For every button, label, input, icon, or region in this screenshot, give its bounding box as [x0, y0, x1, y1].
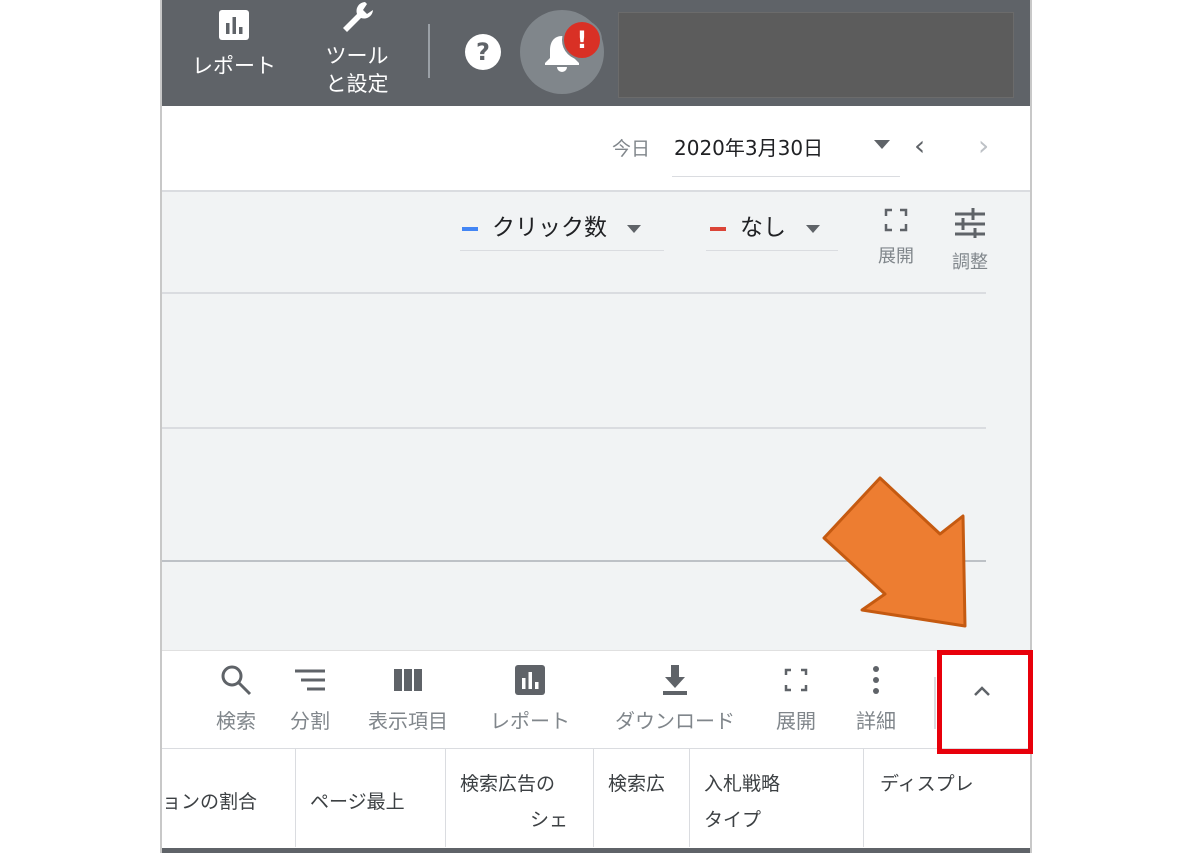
tools-nav-label-2: と設定 [325, 72, 389, 96]
next-period-icon[interactable]: › [978, 132, 989, 160]
download-label: ダウンロード [615, 709, 735, 733]
date-range-label: 今日 [612, 138, 651, 160]
chart-gridline [162, 427, 986, 429]
expand-label: 展開 [776, 709, 816, 733]
download-button[interactable]: ダウンロード [602, 663, 748, 734]
column-header[interactable]: ページ最上 [296, 749, 446, 847]
table-header-row: ョンの割合 ページ最上 検索広告の シェ 検索広 入札戦略 タイプ ディスプレ [162, 748, 1030, 853]
columns-label: 表示項目 [368, 709, 448, 733]
top-navigation-bar: レポート ツール と設定 ? ! [162, 0, 1030, 106]
wrench-icon [343, 2, 373, 32]
expand-icon [784, 668, 808, 692]
date-range-value[interactable]: 2020年3月30日 [674, 132, 823, 161]
segment-lines-icon [295, 669, 325, 691]
more-vert-icon [873, 666, 879, 694]
column-header[interactable]: 検索広 [594, 749, 690, 847]
previous-period-icon[interactable]: ‹ [914, 132, 925, 160]
segment-button[interactable]: 分割 [282, 663, 338, 734]
orange-pointer-arrow-icon [822, 476, 967, 628]
chart-adjust-label: 調整 [952, 252, 988, 273]
columns-button[interactable]: 表示項目 [360, 663, 456, 734]
topbar-divider [428, 24, 430, 78]
search-label: 検索 [216, 709, 256, 733]
chart-expand-button[interactable]: 展開 [868, 208, 924, 268]
column-header[interactable]: ョンの割合 [162, 749, 296, 847]
tune-sliders-icon [955, 208, 985, 238]
chart-expand-label: 展開 [878, 246, 914, 267]
search-icon [221, 665, 252, 696]
expand-icon [884, 208, 908, 232]
metric-secondary-caret-icon [806, 224, 820, 233]
download-icon [663, 665, 687, 695]
highlight-box [937, 650, 1033, 754]
report-chart-icon [515, 665, 545, 695]
date-range-bar: 今日 2020年3月30日 ‹ › [162, 106, 1030, 192]
alert-badge: ! [562, 20, 602, 60]
tools-settings-nav-button[interactable]: ツール と設定 [312, 0, 402, 98]
columns-icon [394, 669, 422, 691]
segment-label: 分割 [290, 709, 330, 733]
metric-secondary-label: なし [740, 215, 786, 241]
chart-gridline [162, 292, 986, 294]
reports-label: レポート [490, 709, 570, 733]
metric-selector-secondary[interactable]: なし [710, 208, 820, 242]
metric-selector-primary[interactable]: クリック数 [462, 208, 641, 242]
reports-button[interactable]: レポート [480, 663, 580, 734]
column-header[interactable]: 入札戦略 タイプ [690, 749, 864, 847]
metric-primary-caret-icon [627, 224, 641, 233]
details-button[interactable]: 詳細 [848, 663, 904, 734]
metric-secondary-underline [706, 250, 838, 251]
notifications-button[interactable]: ! [520, 10, 604, 94]
column-header[interactable]: 検索広告の シェ [446, 749, 594, 847]
report-chart-icon [219, 10, 249, 40]
account-info-redacted[interactable] [618, 12, 1014, 98]
metric-primary-label: クリック数 [492, 215, 607, 241]
column-header[interactable]: ディスプレ [864, 749, 1030, 847]
table-toolbar: 検索 分割 表示項目 レポート ダウンロード 展開 詳細 [162, 650, 1030, 749]
date-range-underline [672, 176, 900, 177]
help-icon[interactable]: ? [465, 34, 501, 70]
toolbar-divider [934, 677, 936, 729]
table-header-border [162, 848, 1030, 853]
reports-nav-label: レポート [192, 54, 276, 78]
details-label: 詳細 [856, 709, 896, 733]
search-button[interactable]: 検索 [208, 663, 264, 734]
metric-primary-underline [460, 250, 664, 251]
reports-nav-button[interactable]: レポート [184, 8, 284, 80]
chart-adjust-button[interactable]: 調整 [942, 208, 998, 274]
expand-button[interactable]: 展開 [766, 663, 826, 734]
date-dropdown-caret-icon[interactable] [874, 140, 890, 149]
metric-secondary-swatch [710, 226, 726, 231]
metric-primary-swatch [462, 226, 478, 231]
tools-nav-label-1: ツール [325, 44, 389, 68]
app-frame: レポート ツール と設定 ? ! 今日 2020年3月30日 ‹ › クリック数… [160, 0, 1032, 853]
